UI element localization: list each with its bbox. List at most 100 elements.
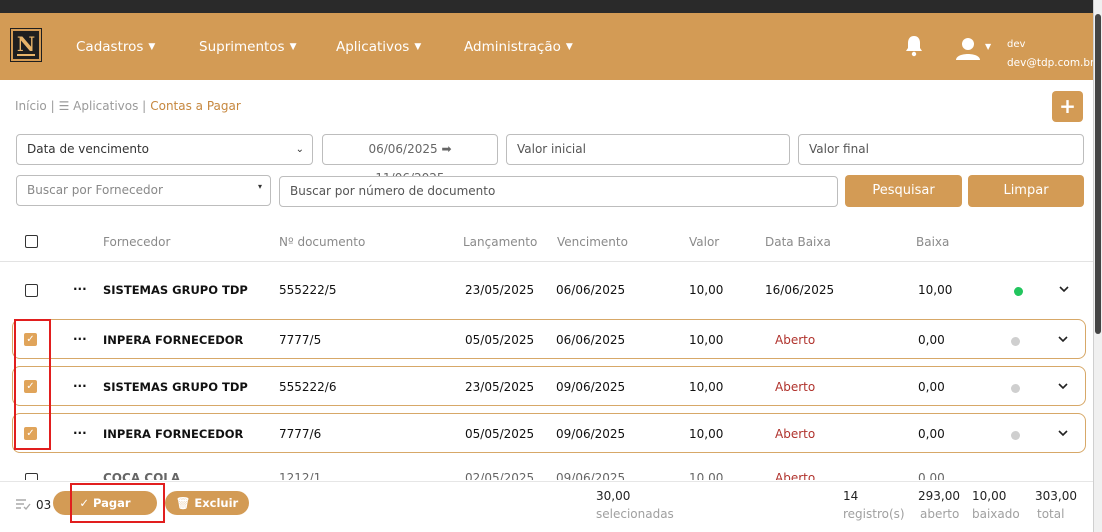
row-actions-menu-icon[interactable]: ··· [73,379,87,393]
notification-bell-icon[interactable] [905,35,923,57]
menu-suprimentos[interactable]: Suprimentos ▼ [199,13,297,80]
cell-fornecedor: INPERA FORNECEDOR [103,427,244,441]
cell-documento: 555222/6 [279,380,337,394]
selection-list-icon [16,499,31,511]
cell-fornecedor: SISTEMAS GRUPO TDP [103,380,248,394]
pay-button-highlight-box [70,483,165,523]
chevron-down-icon: ⌄ [295,144,304,155]
clear-button[interactable]: Limpar [968,175,1084,207]
user-email: dev@tdp.com.br [1007,57,1093,69]
chevron-down-icon[interactable]: ▼ [985,42,991,51]
cell-lancamento: 23/05/2025 [465,380,535,394]
status-open-icon [1011,431,1020,440]
cell-data-baixa: Aberto [775,380,816,394]
col-header-fornecedor[interactable]: Fornecedor [103,235,170,249]
valor-final-input[interactable]: Valor final [798,134,1084,165]
user-name: dev [1007,39,1026,50]
cell-baixa: 10,00 [918,283,953,297]
selected-total-value: 30,00 [596,489,631,503]
search-button[interactable]: Pesquisar [845,175,962,207]
table-row-selected[interactable]: ✓ ··· SISTEMAS GRUPO TDP 555222/6 23/05/… [12,366,1086,406]
menu-administracao[interactable]: Administração ▼ [464,13,573,80]
menu-aplicativos[interactable]: Aplicativos ▼ [336,13,421,80]
row-checkbox[interactable] [25,284,38,297]
row-actions-menu-icon[interactable]: ··· [73,282,87,296]
selected-count: 03 [36,498,52,512]
cell-baixa: 0,00 [918,427,945,441]
fornecedor-placeholder: Buscar por Fornecedor [27,183,163,197]
table-row-selected[interactable]: ✓ ··· INPERA FORNECEDOR 7777/5 05/05/202… [12,319,1086,359]
cell-fornecedor: INPERA FORNECEDOR [103,333,244,347]
cell-lancamento: 05/05/2025 [465,333,535,347]
row-actions-menu-icon[interactable]: ··· [73,426,87,440]
table-row-selected[interactable]: ✓ ··· INPERA FORNECEDOR 7777/6 05/05/202… [12,413,1086,453]
registros-label: registro(s) [843,507,905,521]
chevron-down-icon: ▼ [148,41,156,52]
date-type-value: Data de vencimento [27,142,150,156]
delete-button[interactable]: 🗑 Excluir [165,491,249,515]
cell-fornecedor: COCA COLA [103,471,181,480]
cell-baixa: 0,00 [918,471,945,480]
cell-valor: 10,00 [689,283,724,297]
select-all-checkbox[interactable] [25,235,38,248]
selected-total-label: selecionadas [596,507,674,521]
breadcrumb-home[interactable]: Início | [15,99,55,113]
cell-vencimento: 06/06/2025 [556,283,626,297]
cell-baixa: 0,00 [918,333,945,347]
breadcrumb-current: Contas a Pagar [150,99,241,113]
menu-cadastros[interactable]: Cadastros ▼ [76,13,155,80]
col-header-vencimento[interactable]: Vencimento [557,235,628,249]
cell-lancamento: 05/05/2025 [465,427,535,441]
col-header-baixa[interactable]: Baixa [916,235,949,249]
documento-search-input[interactable]: Buscar por número de documento [279,176,838,207]
breadcrumb: Início | ☰ Aplicativos | Contas a Pagar [15,99,241,113]
table-row[interactable]: ··· SISTEMAS GRUPO TDP 555222/5 23/05/20… [0,270,1093,310]
date-type-select[interactable]: Data de vencimento ⌄ [16,134,313,165]
scrollbar-thumb[interactable] [1095,14,1101,334]
baixado-value: 10,00 [972,489,1007,503]
chevron-down-icon[interactable] [1058,381,1068,391]
col-header-lancamento[interactable]: Lançamento [463,235,537,249]
cell-lancamento: 23/05/2025 [465,283,535,297]
status-paid-icon [1014,287,1023,296]
cell-data-baixa: Aberto [775,333,816,347]
valor-inicial-input[interactable]: Valor inicial [506,134,790,165]
app-logo[interactable]: N [10,28,42,62]
cell-vencimento: 06/06/2025 [556,333,626,347]
chevron-down-icon: ▼ [289,41,297,52]
fornecedor-search-select[interactable]: Buscar por Fornecedor ▾ [16,175,271,206]
baixado-label: baixado [972,507,1020,521]
add-button[interactable]: + [1052,91,1083,122]
menu-aplicativos-label: Aplicativos [336,38,410,55]
col-header-documento[interactable]: Nº documento [279,235,365,249]
browser-top-strip [0,0,1093,13]
row-checkbox[interactable] [25,473,38,480]
col-header-valor[interactable]: Valor [689,235,719,249]
table-row-partial[interactable]: COCA COLA 1212/1 02/05/2025 09/06/2025 1… [0,466,1093,480]
status-open-icon [1011,337,1020,346]
row-actions-menu-icon[interactable]: ··· [73,332,87,346]
selection-footer: 03 ✓ Pagar 🗑 Excluir 30,00 selecionadas … [0,481,1093,532]
checkbox-highlight-box [14,319,51,450]
total-label: total [1037,507,1065,521]
trash-icon: 🗑 [175,496,195,510]
chevron-down-icon[interactable] [1058,334,1068,344]
cell-lancamento: 02/05/2025 [465,471,535,480]
menu-cadastros-label: Cadastros [76,38,144,55]
documento-placeholder: Buscar por número de documento [290,184,496,198]
cell-valor: 10,00 [689,471,724,480]
date-range-input[interactable]: 06/06/2025 ➡ 11/06/2025 [322,134,498,185]
user-avatar-icon[interactable] [955,37,981,61]
aberto-value: 293,00 [918,489,960,503]
cell-documento: 7777/5 [279,333,322,347]
cell-fornecedor: SISTEMAS GRUPO TDP [103,283,248,297]
breadcrumb-apps[interactable]: ☰ Aplicativos | [59,99,147,113]
cell-baixa: 0,00 [918,380,945,394]
chevron-down-icon[interactable] [1058,428,1068,438]
vertical-scrollbar[interactable] [1093,0,1102,532]
chevron-down-icon[interactable] [1059,284,1069,294]
cell-valor: 10,00 [689,333,724,347]
cell-vencimento: 09/06/2025 [556,427,626,441]
valor-inicial-placeholder: Valor inicial [517,142,586,156]
col-header-data-baixa[interactable]: Data Baixa [765,235,831,249]
